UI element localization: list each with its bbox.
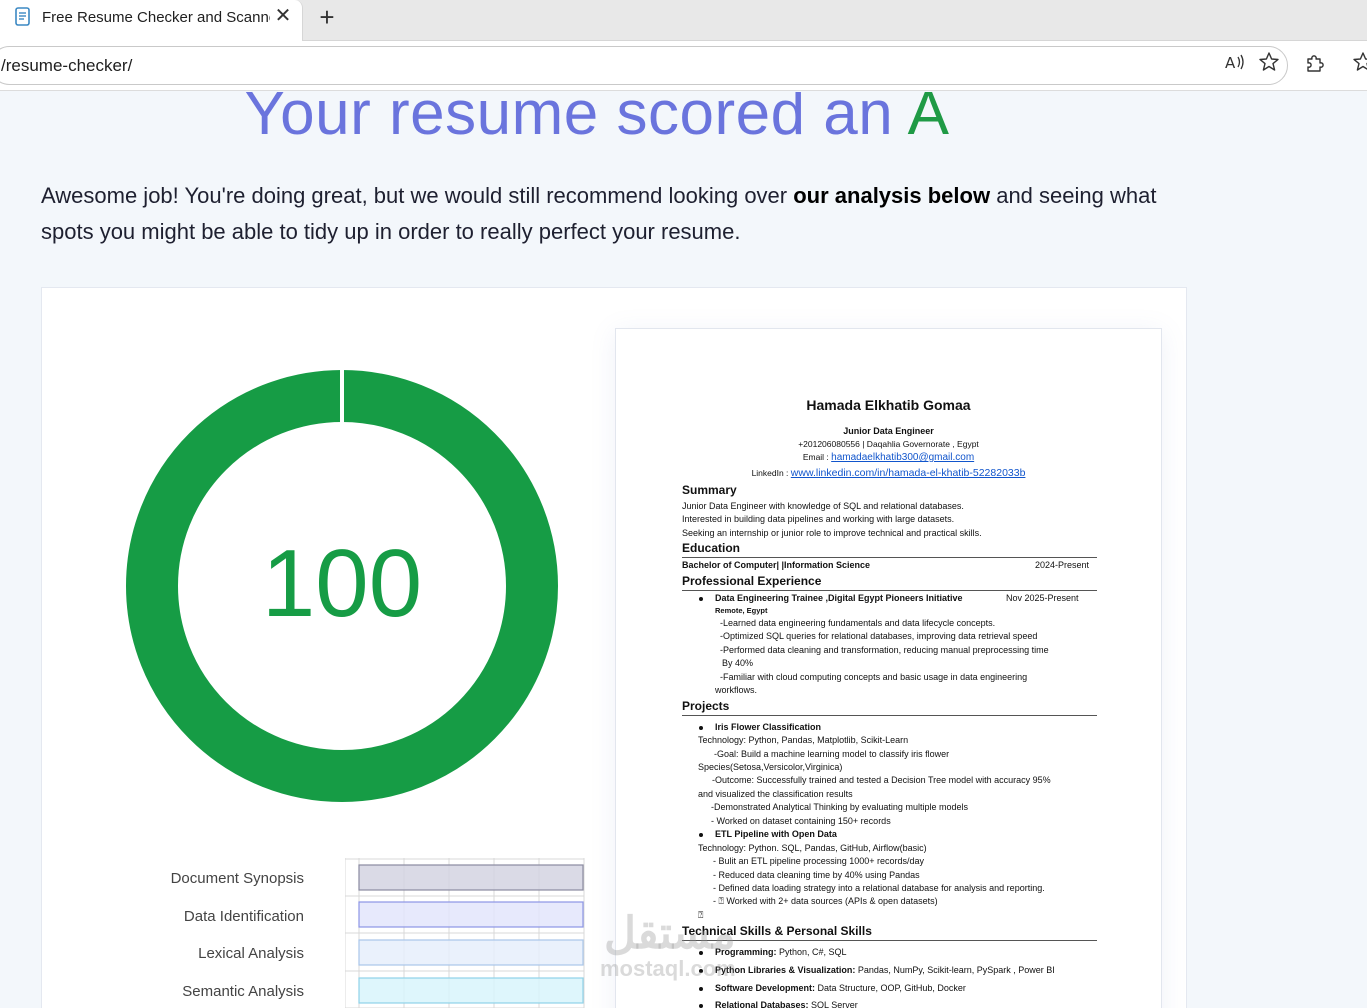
resume-project-title: Iris Flower Classification — [715, 722, 822, 732]
intro-text-start: Awesome job! You're doing great, but we … — [41, 183, 788, 208]
resume-skill-value: SQL Server — [808, 1000, 858, 1008]
section-divider — [682, 557, 1097, 558]
resume-skill-label: Relational Databases: — [715, 1000, 809, 1008]
section-divider — [682, 940, 1097, 941]
watermark-latin: mostaql.com — [600, 956, 736, 981]
resume-experience-line: -Performed data cleaning and transformat… — [720, 645, 1049, 655]
resume-project-line: and visualized the classification result… — [698, 789, 853, 799]
bar-label-data-identification: Data Identification — [183, 908, 304, 925]
resume-experience-date: Nov 2025-Present — [1006, 593, 1079, 603]
new-tab-button[interactable]: + — [314, 4, 340, 30]
resume-project-title: ETL Pipeline with Open Data — [715, 829, 837, 839]
bullet — [699, 597, 703, 601]
resume-contact: +201206080556 | Daqahlia Governorate , E… — [798, 439, 979, 449]
resume-skill-line: Relational Databases: SQL Server — [715, 1000, 858, 1008]
tab-title: Free Resume Checker and Scanner — [42, 9, 270, 26]
section-divider — [682, 715, 1097, 716]
analysis-bar-data-identification — [358, 901, 584, 928]
resume-project-line: -Outcome: Successfully trained and teste… — [712, 775, 1051, 785]
resume-favicon-icon — [15, 7, 30, 26]
resume-name: Hamada Elkhatib Gomaa — [806, 397, 971, 413]
resume-experience-line: -Familiar with cloud computing concepts … — [720, 672, 1028, 682]
page-content: Your resume scored an A Awesome job! You… — [0, 92, 1367, 1008]
bar-label-lexical-analysis: Lexical Analysis — [198, 945, 304, 962]
resume-experience-heading: Professional Experience — [682, 574, 822, 588]
favorite-star-icon[interactable] — [1258, 51, 1280, 73]
resume-project-line: - Reduced data cleaning time by 40% usin… — [713, 870, 920, 880]
resume-education-heading: Education — [682, 541, 741, 555]
resume-summary-heading: Summary — [682, 483, 737, 497]
close-tab-icon[interactable]: ✕ — [272, 5, 294, 27]
resume-project-line: - Bulit an ETL pipeline processing 1000+… — [713, 856, 925, 866]
intro-paragraph: Awesome job! You're doing great, but we … — [41, 178, 1161, 250]
resume-project-line: - Worked on dataset containing 150+ reco… — [711, 816, 891, 826]
read-aloud-icon[interactable]: A — [1224, 51, 1246, 73]
tab-bar: Free Resume Checker and Scanner ✕ + — [0, 0, 1367, 41]
resume-experience-line: -Optimized SQL queries for relational da… — [720, 631, 1038, 641]
bullet — [699, 726, 703, 730]
resume-email-label: Email : — [802, 452, 832, 462]
resume-skill-line: Python Libraries & Visualization: Pandas… — [715, 965, 1055, 975]
bar-label-semantic-analysis: Semantic Analysis — [182, 983, 304, 1000]
resume-email-line: Email : hamadaelkhatib300@gmail.com — [616, 452, 1161, 463]
mostaql-watermark: مستقل mostaql.com — [600, 912, 736, 982]
resume-project-line: -Demonstrated Analytical Thinking by eva… — [711, 802, 968, 812]
resume-education-date: 2024-Present — [1035, 560, 1090, 570]
resume-email-link[interactable]: hamadaelkhatib300@gmail.com — [831, 452, 974, 463]
resume-linkedin-link[interactable]: www.linkedin.com/in/hamada-el-khatib-522… — [791, 467, 1026, 479]
browser-tab[interactable]: Free Resume Checker and Scanner ✕ — [0, 0, 303, 41]
analysis-bar-lexical-analysis — [358, 939, 584, 966]
score-value: 100 — [262, 530, 422, 637]
bar-label-document-synopsis: Document Synopsis — [170, 870, 304, 887]
resume-project-line: Technology: Python. SQL, Pandas, GitHub,… — [698, 843, 927, 853]
resume-education-degree: Bachelor of Computer| |Information Scien… — [682, 560, 871, 570]
analysis-card: 100 Document Synopsis Data Identificatio… — [41, 287, 1187, 1008]
resume-title: Junior Data Engineer — [843, 426, 934, 436]
resume-project-line: Technology: Python, Pandas, Matplotlib, … — [698, 735, 909, 745]
resume-projects-heading: Projects — [682, 699, 730, 713]
intro-bold-link: our analysis below — [793, 183, 991, 208]
url-input[interactable]: /resume-checker/ — [0, 46, 1288, 85]
favorites-icon[interactable] — [1352, 51, 1367, 73]
resume-experience-role: Data Engineering Trainee ,Digital Egypt … — [715, 593, 963, 603]
headline-text: Your resume scored an — [244, 92, 894, 148]
address-bar: /resume-checker/ A — [0, 41, 1367, 91]
analysis-bar-document-synopsis — [358, 864, 584, 891]
analysis-bar-semantic-analysis — [358, 977, 584, 1004]
score-headline: Your resume scored an A — [244, 92, 949, 146]
bullet — [699, 1004, 703, 1008]
resume-project-line: - Defined data loading strategy into a r… — [713, 883, 1045, 893]
resume-skill-value: Pandas, NumPy, Scikit-learn, PySpark , P… — [855, 965, 1055, 975]
resume-summary-line: Seeking an internship or junior role to … — [682, 528, 982, 538]
url-text: /resume-checker/ — [1, 56, 133, 75]
resume-skill-line: Software Development: Data Structure, OO… — [715, 983, 966, 993]
grade-letter: A — [907, 92, 950, 148]
bullet — [699, 987, 703, 991]
score-gauge: 100 — [126, 368, 558, 802]
resume-project-line: - ⍰ Worked with 2+ data sources (APIs & … — [713, 896, 938, 906]
analysis-bars: Document Synopsis Data Identification Le… — [102, 858, 585, 1008]
resume-preview[interactable]: Hamada Elkhatib Gomaa Junior Data Engine… — [615, 328, 1162, 1008]
resume-skill-value: Python, C#, SQL — [776, 947, 847, 957]
resume-skill-label: Software Development: — [715, 983, 816, 993]
resume-skill-value: Data Structure, OOP, GitHub, Docker — [815, 983, 966, 993]
bullet — [699, 833, 703, 837]
resume-linkedin-label: LinkedIn : — [751, 468, 791, 478]
extensions-puzzle-icon[interactable] — [1304, 51, 1326, 73]
section-divider — [682, 590, 1097, 591]
resume-project-line: Species(Setosa,Versicolor,Virginica) — [698, 762, 843, 772]
resume-experience-location: Remote, Egypt — [715, 606, 768, 615]
watermark-arabic: مستقل — [604, 909, 736, 958]
resume-experience-line: By 40% — [722, 658, 754, 668]
analysis-bar-chart — [345, 858, 585, 1008]
resume-experience-line: -Learned data engineering fundamentals a… — [720, 618, 996, 628]
resume-project-line: -Goal: Build a machine learning model to… — [714, 749, 950, 759]
resume-skill-label: Python Libraries & Visualization: — [715, 965, 856, 975]
resume-experience-line: workflows. — [715, 685, 758, 695]
resume-summary-line: Junior Data Engineer with knowledge of S… — [682, 501, 964, 511]
svg-text:A: A — [1225, 54, 1236, 72]
resume-summary-line: Interested in building data pipelines an… — [682, 514, 955, 524]
resume-linkedin-line: LinkedIn : www.linkedin.com/in/hamada-el… — [616, 467, 1161, 479]
